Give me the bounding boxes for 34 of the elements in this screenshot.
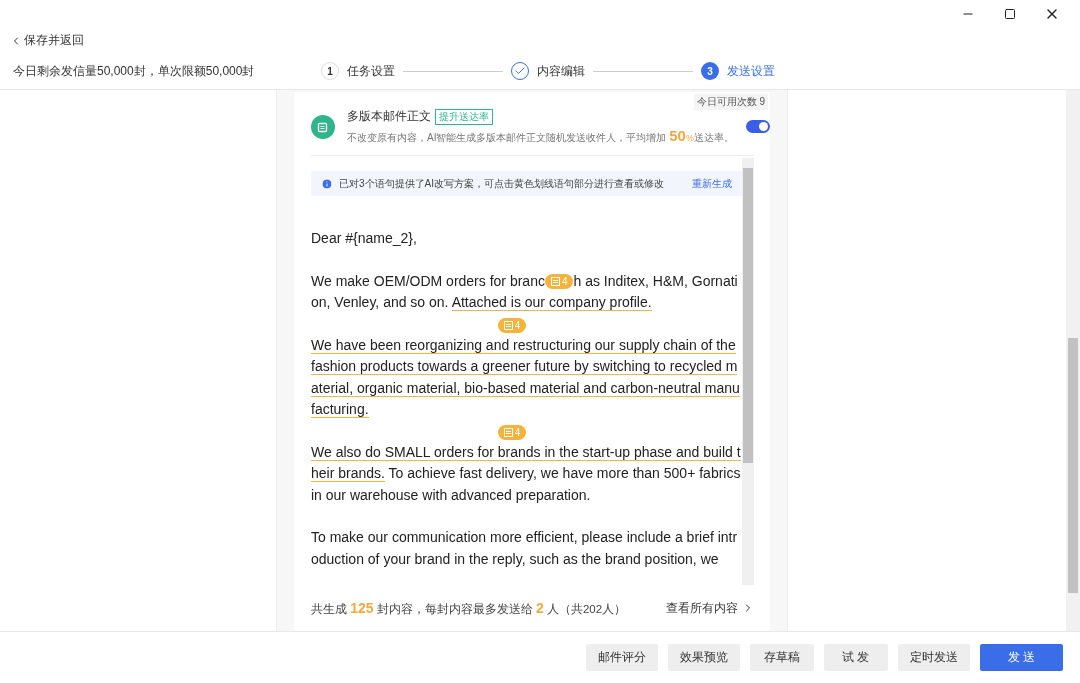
action-button[interactable]: 效果预览 <box>667 644 740 671</box>
info-icon <box>321 177 333 190</box>
send-button[interactable]: 发 送 <box>979 644 1063 671</box>
email-paragraph: We also do SMALL orders for brands in the start-up phase and build their brands. To achieve fast delivery, we have more than 500+ fabrics in our warehouse with advanced preparation. <box>311 442 742 505</box>
step-number: 3 <box>701 62 719 80</box>
step-label: 内容编辑 <box>537 62 585 80</box>
step-label: 任务设置 <box>347 62 395 80</box>
action-button[interactable]: 试 发 <box>823 644 888 671</box>
regenerate-link[interactable]: 重新生成 <box>692 176 732 191</box>
action-button[interactable]: 存草稿 <box>749 644 814 671</box>
action-button[interactable]: 定时发送 <box>897 644 970 671</box>
scrollbar[interactable] <box>742 158 754 585</box>
step-label: 发送设置 <box>727 62 775 80</box>
feature-description: 不改变原有内容，AI智能生成多版本邮件正文随机发送收件人，平均增加 50%送达率。 <box>347 127 734 145</box>
view-all-link[interactable]: 查看所有内容 <box>666 600 754 616</box>
quota-text: 今日剩余发信量50,000封，单次限额50,000封 <box>13 62 256 80</box>
maximize-icon[interactable] <box>1004 8 1016 20</box>
email-paragraph: Dear #{name_2}, <box>311 229 418 248</box>
page-scrollbar[interactable] <box>1066 90 1080 631</box>
notice-text: 已对3个语句提供了AI改写方案，可点击黄色划线语句部分进行查看或修改 <box>339 176 665 191</box>
email-paragraph: To make our communication more efficient, please include a brief introduction of your brand in the reply, such as the brand position, we <box>311 528 739 569</box>
email-paragraph: We make OEM/ODM orders for branc 4 h as Inditex, H&M, Gornation, Venley, and so on. Attached is our company profile. <box>311 271 739 313</box>
summary-text: 共生成 125 封内容，每封内容最多发送给 2 人（共202人） <box>311 599 627 617</box>
document-icon <box>503 320 513 330</box>
feature-tag: 提升送达率 <box>435 108 493 125</box>
feature-toggle[interactable] <box>745 120 770 133</box>
action-button[interactable]: 邮件评分 <box>585 644 658 671</box>
back-link[interactable]: 保存并返回 <box>0 28 94 53</box>
document-icon <box>503 427 513 437</box>
document-icon <box>311 114 335 139</box>
usage-count: 今日可用次数 9 <box>693 94 768 110</box>
email-paragraph: We have been reorganizing and restructuring our supply chain of the fashion products towards a greener future by switching to recycled material, organic material, bio-based material and carbon-neutral manufacturing. <box>311 335 741 420</box>
document-icon <box>550 277 560 287</box>
feature-title: 多版本邮件正文 <box>347 108 431 125</box>
